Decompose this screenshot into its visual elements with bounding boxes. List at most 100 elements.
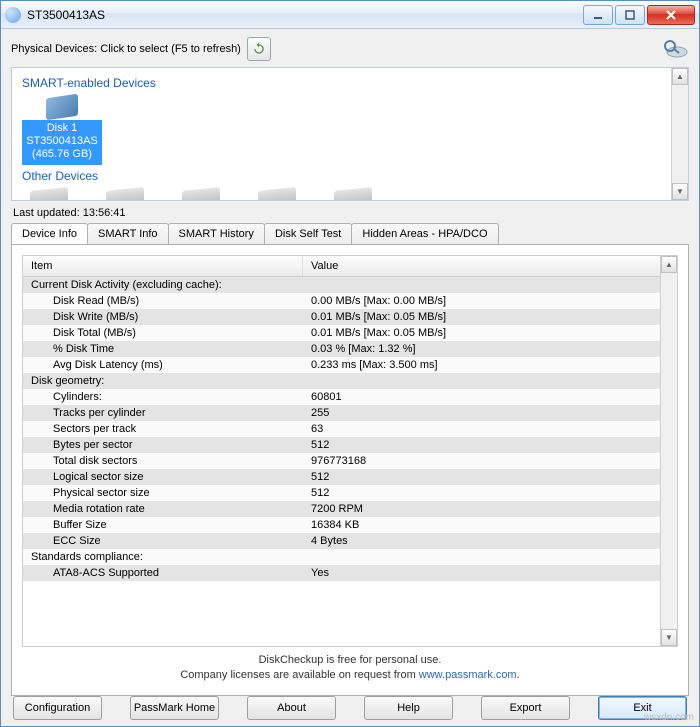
grid-scrollbar[interactable]: ▲ ▼ <box>660 256 677 646</box>
scroll-down-button[interactable]: ▼ <box>661 629 677 646</box>
cell-item: Bytes per sector <box>23 439 303 451</box>
table-row[interactable]: ECC Size4 Bytes <box>23 533 677 549</box>
table-row[interactable]: Sectors per track63 <box>23 421 677 437</box>
other-disk-icon[interactable] <box>106 187 144 201</box>
table-row[interactable]: Bytes per sector512 <box>23 437 677 453</box>
maximize-button[interactable] <box>615 5 645 25</box>
cell-item: Media rotation rate <box>23 503 303 515</box>
last-updated-label: Last updated: 13:56:41 <box>13 207 687 219</box>
table-row[interactable]: ATA8-ACS SupportedYes <box>23 565 677 581</box>
footer-line1: DiskCheckup is free for personal use. <box>22 653 678 668</box>
cell-value: 0.233 ms [Max: 3.500 ms] <box>303 359 677 371</box>
scroll-down-button[interactable]: ▼ <box>672 183 688 200</box>
disk-model: ST3500413AS <box>26 135 98 148</box>
cell-value: 255 <box>303 407 677 419</box>
cell-value: 0.00 MB/s [Max: 0.00 MB/s] <box>303 295 677 307</box>
table-row[interactable]: Buffer Size16384 KB <box>23 517 677 533</box>
minimize-button[interactable] <box>583 5 613 25</box>
other-disk-icon[interactable] <box>334 187 372 201</box>
tab-body: Item Value Current Disk Activity (exclud… <box>11 244 689 696</box>
tab-disk-self-test[interactable]: Disk Self Test <box>264 223 352 244</box>
other-disk-icon[interactable] <box>258 187 296 201</box>
table-row[interactable]: Disk Write (MB/s)0.01 MB/s [Max: 0.05 MB… <box>23 309 677 325</box>
cell-item: Logical sector size <box>23 471 303 483</box>
search-disk-icon[interactable] <box>661 38 689 60</box>
cell-item: Current Disk Activity (excluding cache): <box>23 279 303 291</box>
passmark-home-button[interactable]: PassMark Home <box>130 696 219 720</box>
disk-icon <box>46 94 78 120</box>
grid-rows: Current Disk Activity (excluding cache):… <box>23 277 677 581</box>
tab-strip: Device Info SMART Info SMART History Dis… <box>11 223 689 244</box>
cell-value: Yes <box>303 567 677 579</box>
disk-item[interactable]: Disk 1 ST3500413AS (465.76 GB) <box>22 94 102 165</box>
table-row[interactable]: Cylinders:60801 <box>23 389 677 405</box>
window-title: ST3500413AS <box>27 8 581 22</box>
cell-item: Sectors per track <box>23 423 303 435</box>
tab-smart-info[interactable]: SMART Info <box>87 223 169 244</box>
physical-devices-row: Physical Devices: Click to select (F5 to… <box>11 37 689 61</box>
cell-item: Tracks per cylinder <box>23 407 303 419</box>
refresh-icon <box>252 42 266 56</box>
table-row[interactable]: Disk Total (MB/s)0.01 MB/s [Max: 0.05 MB… <box>23 325 677 341</box>
tab-smart-history[interactable]: SMART History <box>168 223 265 244</box>
table-row[interactable]: Physical sector size512 <box>23 485 677 501</box>
export-button[interactable]: Export <box>481 696 570 720</box>
button-bar: Configuration PassMark Home About Help E… <box>11 696 689 722</box>
configuration-button[interactable]: Configuration <box>13 696 102 720</box>
footer-line2a: Company licenses are available on reques… <box>180 669 418 681</box>
content-area: Physical Devices: Click to select (F5 to… <box>1 29 699 726</box>
table-row[interactable]: Disk Read (MB/s)0.00 MB/s [Max: 0.00 MB/… <box>23 293 677 309</box>
title-bar: ST3500413AS <box>1 1 699 29</box>
table-row[interactable]: Current Disk Activity (excluding cache): <box>23 277 677 293</box>
cell-item: Standards compliance: <box>23 551 303 563</box>
table-row[interactable]: Logical sector size512 <box>23 469 677 485</box>
table-row[interactable]: % Disk Time0.03 % [Max: 1.32 %] <box>23 341 677 357</box>
refresh-button[interactable] <box>247 37 271 61</box>
table-row[interactable]: Tracks per cylinder255 <box>23 405 677 421</box>
cell-item: Buffer Size <box>23 519 303 531</box>
footer-text: DiskCheckup is free for personal use. Co… <box>22 653 678 683</box>
table-row[interactable]: Avg Disk Latency (ms)0.233 ms [Max: 3.50… <box>23 357 677 373</box>
cell-value: 976773168 <box>303 455 677 467</box>
other-disk-icon[interactable] <box>30 187 68 201</box>
cell-value: 512 <box>303 439 677 451</box>
cell-item: Physical sector size <box>23 487 303 499</box>
device-scrollbar[interactable]: ▲ ▼ <box>671 68 688 200</box>
cell-value: 512 <box>303 471 677 483</box>
cell-item: ATA8-ACS Supported <box>23 567 303 579</box>
col-item[interactable]: Item <box>23 256 303 276</box>
other-devices-row <box>22 189 678 201</box>
cell-item: Total disk sectors <box>23 455 303 467</box>
app-window: ST3500413AS Physical Devices: Click to s… <box>0 0 700 727</box>
table-row[interactable]: Disk geometry: <box>23 373 677 389</box>
table-row[interactable]: Standards compliance: <box>23 549 677 565</box>
app-icon <box>5 7 21 23</box>
scroll-up-button[interactable]: ▲ <box>672 68 688 85</box>
disk-size: (465.76 GB) <box>26 148 98 161</box>
cell-value: 0.01 MB/s [Max: 0.05 MB/s] <box>303 327 677 339</box>
info-grid: Item Value Current Disk Activity (exclud… <box>22 255 678 647</box>
cell-item: Avg Disk Latency (ms) <box>23 359 303 371</box>
scroll-up-button[interactable]: ▲ <box>661 256 677 273</box>
other-disk-icon[interactable] <box>182 187 220 201</box>
cell-value: 4 Bytes <box>303 535 677 547</box>
cell-item: Disk geometry: <box>23 375 303 387</box>
cell-value: 63 <box>303 423 677 435</box>
device-panel: SMART-enabled Devices Disk 1 ST3500413AS… <box>11 67 689 201</box>
cell-value: 0.03 % [Max: 1.32 %] <box>303 343 677 355</box>
table-row[interactable]: Total disk sectors976773168 <box>23 453 677 469</box>
cell-item: % Disk Time <box>23 343 303 355</box>
about-button[interactable]: About <box>247 696 336 720</box>
passmark-link[interactable]: www.passmark.com <box>419 669 517 681</box>
col-value[interactable]: Value <box>303 256 677 276</box>
help-button[interactable]: Help <box>364 696 453 720</box>
cell-value: 60801 <box>303 391 677 403</box>
cell-item: Cylinders: <box>23 391 303 403</box>
footer-line2b: . <box>517 669 520 681</box>
tab-device-info[interactable]: Device Info <box>11 223 88 244</box>
table-row[interactable]: Media rotation rate7200 RPM <box>23 501 677 517</box>
cell-value: 0.01 MB/s [Max: 0.05 MB/s] <box>303 311 677 323</box>
tab-hidden-areas[interactable]: Hidden Areas - HPA/DCO <box>351 223 498 244</box>
close-button[interactable] <box>647 5 695 25</box>
cell-item: ECC Size <box>23 535 303 547</box>
